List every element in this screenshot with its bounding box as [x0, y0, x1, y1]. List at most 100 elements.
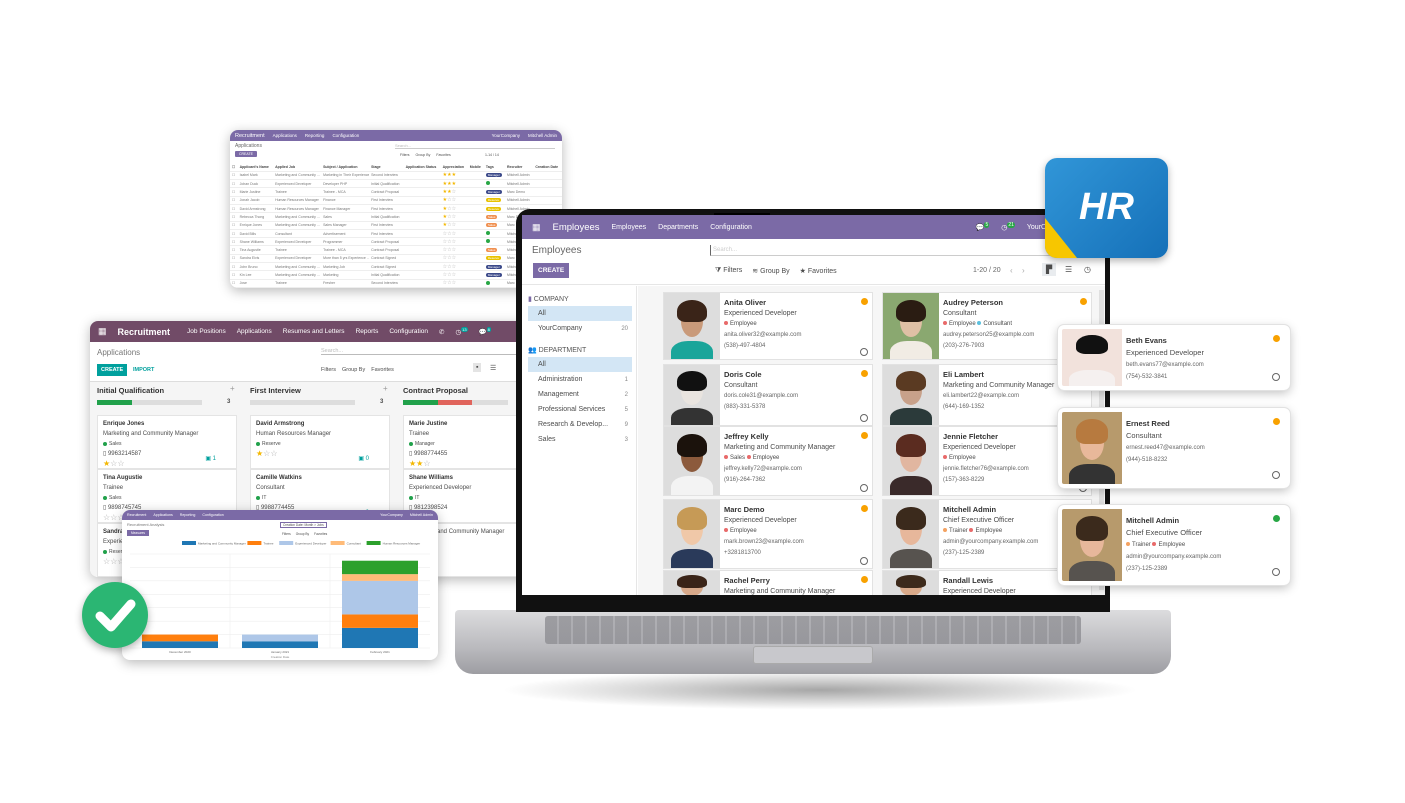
- user-name[interactable]: Mitchell Admin: [528, 133, 557, 138]
- menu-employees[interactable]: Employees: [612, 224, 647, 231]
- app-name[interactable]: Recruitment: [235, 133, 265, 139]
- column-header[interactable]: Tags: [483, 163, 506, 172]
- filter-research-develop-[interactable]: Research & Develop... 9: [528, 417, 632, 432]
- employee-name[interactable]: Jeffrey Kelly: [724, 431, 868, 442]
- employee-name[interactable]: Anita Oliver: [724, 297, 868, 308]
- add-card-icon[interactable]: +: [383, 384, 388, 393]
- table-row[interactable]: ☐ David Bills Consultant Advertisement First…: [230, 229, 562, 239]
- menu-configuration[interactable]: Configuration: [332, 133, 359, 138]
- applicant-card[interactable]: Marie Justine Trainee Manager ▯ 9988774455 ★…: [403, 415, 518, 469]
- import-button[interactable]: IMPORT: [133, 367, 154, 373]
- menu-resumes[interactable]: Resumes and Letters: [283, 328, 345, 335]
- favorites-button[interactable]: ★ Favorites: [800, 267, 837, 275]
- list-view-icon[interactable]: ☰: [490, 364, 496, 372]
- menu-reports[interactable]: Reports: [356, 328, 379, 335]
- menu-reporting[interactable]: Reporting: [305, 133, 325, 138]
- row-checkbox[interactable]: ☐: [230, 196, 238, 206]
- filters-button[interactable]: Filters: [400, 153, 410, 157]
- table-row[interactable]: ☐ Johan Duck Experienced Developer Develope…: [230, 179, 562, 189]
- group-by-button[interactable]: Group By: [296, 532, 309, 536]
- employee-card[interactable]: Anita Oliver Experienced Developer Employe…: [663, 292, 873, 360]
- appreciation-stars[interactable]: ★★★: [440, 171, 468, 181]
- floating-employee-card[interactable]: Ernest Reed Consultant ernest.reed47@examp…: [1057, 407, 1291, 489]
- row-checkbox[interactable]: ☐: [230, 237, 238, 247]
- menu-applications[interactable]: Applications: [273, 133, 297, 138]
- favorites-button[interactable]: Favorites: [436, 153, 450, 157]
- menu-reporting[interactable]: Reporting: [180, 513, 196, 517]
- table-row[interactable]: ☐ Shane Williams Experienced Developer Prog…: [230, 237, 562, 247]
- app-name[interactable]: Recruitment: [118, 327, 171, 337]
- table-row[interactable]: ☐ Enrique Jones Marketing and Community ..…: [230, 221, 562, 230]
- column-header[interactable]: Subject / Application: [321, 163, 370, 172]
- column-header[interactable]: Stage: [369, 163, 404, 172]
- attachments-count[interactable]: ▣ 1: [205, 454, 216, 464]
- menu-applications[interactable]: Applications: [153, 513, 172, 517]
- search-input[interactable]: Search...: [395, 143, 555, 149]
- clock-icon[interactable]: [860, 557, 868, 565]
- list-view-icon[interactable]: ☰: [1065, 265, 1072, 274]
- employee-name[interactable]: Doris Cole: [724, 369, 868, 380]
- app-name[interactable]: Recruitment: [127, 513, 146, 517]
- attachments-count[interactable]: ▣ 0: [358, 454, 369, 464]
- appreciation-stars[interactable]: ★☆☆: [440, 196, 468, 206]
- favorites-button[interactable]: Favorites: [371, 367, 394, 373]
- column-header[interactable]: Creation Date: [533, 163, 562, 172]
- employee-name[interactable]: Mitchell Admin: [1126, 515, 1282, 527]
- column-header[interactable]: Recruiter: [505, 163, 534, 172]
- appreciation-stars[interactable]: ☆☆☆: [440, 270, 468, 280]
- menu-configuration[interactable]: Configuration: [389, 328, 428, 335]
- appreciation-stars[interactable]: ☆☆☆: [440, 279, 468, 288]
- pager-prev-icon[interactable]: ‹: [1010, 266, 1013, 275]
- floating-employee-card[interactable]: Mitchell Admin Chief Executive Officer Tra…: [1057, 504, 1291, 586]
- appreciation-stars[interactable]: ☆☆☆: [440, 245, 468, 255]
- filter-facet[interactable]: Creation Date: Month > Jobs: [280, 522, 327, 528]
- column-header[interactable]: Applicant's Name: [237, 163, 274, 172]
- appreciation-stars[interactable]: ☆☆☆: [440, 229, 468, 239]
- user-name[interactable]: Mitchell Admin: [410, 513, 433, 517]
- apps-menu-icon[interactable]: ▦: [532, 222, 541, 233]
- appreciation-stars[interactable]: ☆☆☆: [440, 262, 468, 272]
- column-header[interactable]: Application Status: [403, 163, 441, 172]
- employee-name[interactable]: Ernest Reed: [1126, 418, 1282, 430]
- messages-icon[interactable]: 💬5: [976, 222, 990, 232]
- row-checkbox[interactable]: ☐: [230, 212, 238, 222]
- clock-icon[interactable]: [1272, 373, 1280, 381]
- table-row[interactable]: ☐ David Armstrong Human Resources Manager F…: [230, 204, 562, 214]
- app-name[interactable]: Employees: [553, 222, 600, 233]
- appreciation-stars[interactable]: ★☆☆: [440, 204, 468, 214]
- row-checkbox[interactable]: ☐: [230, 171, 238, 181]
- clock-icon[interactable]: [860, 414, 868, 422]
- search-input[interactable]: Search...: [710, 245, 1100, 256]
- floating-employee-card[interactable]: Beth Evans Experienced Developer beth.evan…: [1057, 324, 1291, 391]
- menu-departments[interactable]: Departments: [658, 224, 698, 231]
- filter-administration[interactable]: Administration 1: [528, 372, 632, 387]
- kanban-view-icon[interactable]: ▪: [473, 363, 482, 372]
- appreciation-stars[interactable]: ★★★: [440, 179, 468, 189]
- group-by-button[interactable]: ≋ Group By: [752, 267, 789, 275]
- clock-icon[interactable]: [860, 348, 868, 356]
- activities-icon[interactable]: ◷13: [455, 326, 468, 336]
- filter-all[interactable]: All: [528, 357, 632, 372]
- row-checkbox[interactable]: ☐: [230, 245, 238, 255]
- appreciation-stars[interactable]: ☆☆☆: [440, 254, 468, 264]
- row-checkbox[interactable]: ☐: [230, 254, 238, 264]
- table-row[interactable]: ☐ Tina Augustie Trainee Trainee - MCA Contra…: [230, 245, 562, 255]
- filters-button[interactable]: Filters: [321, 367, 336, 373]
- row-checkbox[interactable]: ☐: [230, 187, 238, 197]
- menu-job-positions[interactable]: Job Positions: [187, 328, 226, 335]
- table-row[interactable]: ☐ Marie Justine Trainee Trainee - MCA Contra…: [230, 187, 562, 197]
- clock-icon[interactable]: [1272, 568, 1280, 576]
- row-checkbox[interactable]: ☐: [230, 270, 238, 280]
- employee-name[interactable]: Audrey Peterson: [943, 297, 1087, 308]
- menu-configuration[interactable]: Configuration: [202, 513, 223, 517]
- employee-name[interactable]: Beth Evans: [1126, 335, 1282, 347]
- employee-card[interactable]: Doris Cole Consultant doris.cole31@example…: [663, 364, 873, 426]
- apps-menu-icon[interactable]: ▦: [98, 326, 107, 337]
- employee-name[interactable]: Marc Demo: [724, 504, 868, 515]
- row-checkbox[interactable]: ☐: [230, 204, 238, 214]
- table-row[interactable]: ☐ Jose Trainee Fresher Second Interview ☆☆☆ Ma…: [230, 279, 562, 288]
- appreciation-stars[interactable]: ★☆☆: [440, 221, 468, 230]
- filter-sales[interactable]: Sales 3: [528, 432, 632, 447]
- company-name[interactable]: YourCompany: [492, 133, 520, 138]
- row-checkbox[interactable]: ☐: [230, 279, 238, 288]
